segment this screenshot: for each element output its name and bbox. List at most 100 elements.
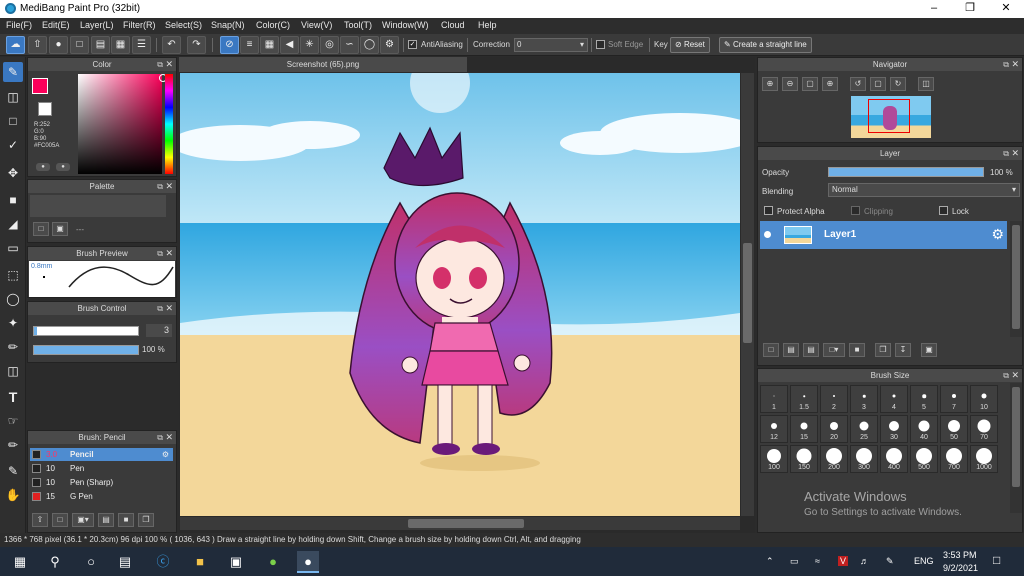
close-icon[interactable]: ✕: [1011, 147, 1019, 160]
brush-size-option[interactable]: 4: [880, 385, 908, 413]
close-icon[interactable]: ✕: [165, 302, 173, 315]
gradient-tool-icon[interactable]: ▭: [3, 238, 23, 258]
search-icon[interactable]: ⚲: [44, 551, 66, 573]
upload-icon[interactable]: ⇧: [28, 36, 47, 54]
layer-opacity-slider[interactable]: [828, 167, 984, 177]
brush-size-option[interactable]: 2: [820, 385, 848, 413]
brush-list-item[interactable]: 10 Pen (Sharp): [30, 476, 173, 489]
actual-size-icon[interactable]: ⊕: [822, 77, 838, 91]
undock-icon[interactable]: ⧉: [157, 302, 163, 315]
add-layer-menu-icon[interactable]: □▾: [823, 343, 845, 357]
brush-list-item[interactable]: 15 G Pen: [30, 490, 173, 503]
navigator-thumbnail[interactable]: [851, 96, 931, 138]
color-add-button[interactable]: ●: [56, 163, 70, 171]
close-icon[interactable]: ✕: [1011, 58, 1019, 71]
menu-edit[interactable]: Edit(E): [42, 20, 70, 30]
brush-size-option[interactable]: 10: [970, 385, 998, 413]
snap-settings-icon[interactable]: ⚙: [380, 36, 399, 54]
ellipse-snap-icon[interactable]: ◯: [360, 36, 379, 54]
brush-size-option[interactable]: 20: [820, 415, 848, 443]
brush-size-option[interactable]: 300: [850, 445, 878, 473]
comment-icon[interactable]: ●: [49, 36, 68, 54]
language-indicator[interactable]: ENG: [914, 556, 934, 566]
brush-copy-icon[interactable]: ❐: [138, 513, 154, 527]
palette-swatches[interactable]: [30, 195, 166, 217]
close-button[interactable]: ✕: [991, 0, 1021, 18]
menu-snap[interactable]: Snap(N): [211, 20, 245, 30]
close-icon[interactable]: ✕: [165, 58, 173, 71]
file-explorer-icon[interactable]: ■: [189, 551, 211, 573]
maximize-button[interactable]: ❐: [955, 0, 985, 18]
close-icon[interactable]: ✕: [165, 431, 173, 444]
layer-folder-icon[interactable]: ■: [849, 343, 865, 357]
undock-icon[interactable]: ⧉: [157, 247, 163, 260]
brush-size-option[interactable]: 12: [760, 415, 788, 443]
brush-size-option[interactable]: 100: [760, 445, 788, 473]
brush-menu-icon[interactable]: ▣▾: [72, 513, 94, 527]
saturation-value-picker[interactable]: [78, 74, 162, 174]
delete-palette-icon[interactable]: ▣: [52, 222, 68, 236]
close-icon[interactable]: ✕: [1011, 369, 1019, 382]
undock-icon[interactable]: ⧉: [157, 180, 163, 193]
layer-scrollbar[interactable]: [1010, 221, 1022, 337]
tray-chevron-icon[interactable]: ⌃: [766, 556, 774, 567]
rotate-left-icon[interactable]: ↺: [850, 77, 866, 91]
curve-snap-icon[interactable]: ∽: [340, 36, 359, 54]
straight-line-button[interactable]: ✎ Create a straight line: [719, 37, 812, 53]
brush-size-slider[interactable]: [33, 326, 139, 336]
store-icon[interactable]: ▣: [225, 551, 247, 573]
rotate-right-icon[interactable]: ↻: [890, 77, 906, 91]
undock-icon[interactable]: ⧉: [1003, 369, 1009, 382]
wifi-icon[interactable]: ≈: [815, 556, 820, 566]
select-pen-tool-icon[interactable]: ✏: [3, 337, 23, 357]
foreground-color-swatch[interactable]: [32, 78, 48, 94]
dot-tool-icon[interactable]: □: [3, 111, 23, 131]
antialiasing-checkbox[interactable]: ✓: [408, 40, 417, 49]
brush-size-option[interactable]: 70: [970, 415, 998, 443]
brush-size-option[interactable]: 25: [850, 415, 878, 443]
document-tab[interactable]: Screenshot (65).png: [179, 57, 467, 72]
undock-icon[interactable]: ⧉: [157, 58, 163, 71]
brush-list-item[interactable]: 10 Pen: [30, 462, 173, 475]
clock-time[interactable]: 3:53 PM: [943, 550, 977, 560]
undo-icon[interactable]: ↶: [162, 36, 181, 54]
close-icon[interactable]: ✕: [165, 180, 173, 193]
list-icon[interactable]: ☰: [132, 36, 151, 54]
brush-size-option[interactable]: 3: [850, 385, 878, 413]
parallel-snap-icon[interactable]: ≡: [240, 36, 259, 54]
cross-snap-icon[interactable]: ▦: [260, 36, 279, 54]
layer-settings-icon[interactable]: ⚙: [991, 226, 1004, 243]
battery-icon[interactable]: ▭: [790, 556, 799, 567]
menu-file[interactable]: File(F): [6, 20, 32, 30]
lasso-tool-icon[interactable]: ◯: [3, 289, 23, 309]
notifications-icon[interactable]: □: [993, 553, 1000, 567]
menu-window[interactable]: Window(W): [382, 20, 429, 30]
vanishing-point-icon[interactable]: ◀: [280, 36, 299, 54]
windows-start-icon[interactable]: ▦: [9, 551, 31, 573]
brush-size-option[interactable]: 1: [760, 385, 788, 413]
page-icon[interactable]: □: [70, 36, 89, 54]
lock-checkbox[interactable]: [939, 206, 948, 215]
pen-workspace-icon[interactable]: ✎: [886, 556, 894, 567]
brush-opacity-slider[interactable]: [33, 345, 139, 355]
vertical-scrollbar[interactable]: [741, 73, 754, 516]
soft-edge-checkbox[interactable]: [596, 40, 605, 49]
brush-size-option[interactable]: 7: [940, 385, 968, 413]
shape-tool-icon[interactable]: ■: [3, 190, 23, 210]
bucket-tool-icon[interactable]: ◢: [3, 214, 23, 234]
horizontal-scroll-thumb[interactable]: [408, 519, 524, 528]
brush-settings-icon[interactable]: ⚙: [162, 448, 169, 461]
select-eraser-tool-icon[interactable]: ◫: [3, 361, 23, 381]
grid-icon[interactable]: ▦: [111, 36, 130, 54]
edge-browser-icon[interactable]: ⓒ: [152, 551, 174, 573]
brush-size-option[interactable]: 400: [880, 445, 908, 473]
menu-help[interactable]: Help: [478, 20, 497, 30]
menu-view[interactable]: View(V): [301, 20, 332, 30]
medibang-task-icon[interactable]: ●: [297, 551, 319, 573]
menu-filter[interactable]: Filter(R): [123, 20, 156, 30]
zoom-in-icon[interactable]: ⊕: [762, 77, 778, 91]
operation-tool-icon[interactable]: ☞: [3, 411, 23, 431]
brush-size-option[interactable]: 500: [910, 445, 938, 473]
background-color-swatch[interactable]: [38, 102, 52, 116]
vertical-scroll-thumb[interactable]: [743, 243, 752, 343]
